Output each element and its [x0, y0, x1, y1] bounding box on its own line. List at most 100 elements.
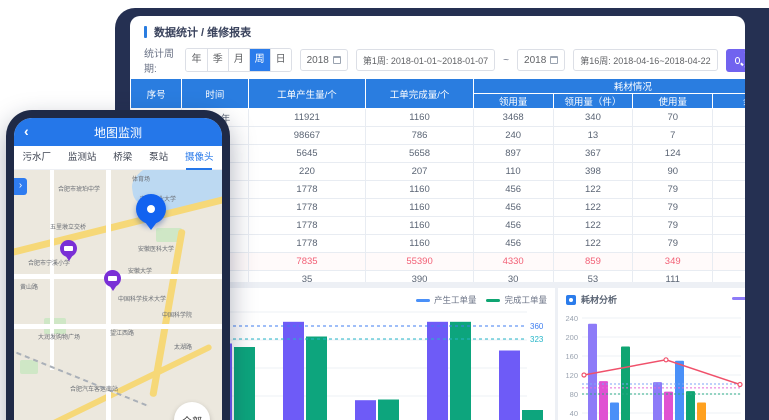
y-tick-label: 200 — [565, 333, 578, 342]
table-cell: 250 — [713, 109, 745, 127]
sub-column-header: 领用量 — [473, 94, 553, 109]
table-cell: 122 — [553, 181, 633, 199]
camera-pin[interactable] — [60, 240, 77, 257]
period-segments: 年季月周日 — [185, 48, 291, 72]
table-cell: 79 — [633, 217, 713, 235]
phone-screen: ‹ 地图监测 污水厂监测站桥梁泵站摄像头 体育场合肥市琥珀中学安徽农业大学五里墩… — [14, 118, 222, 420]
table-cell: 1778 — [248, 217, 366, 235]
search-icon — [735, 57, 741, 64]
map-road-white — [106, 170, 111, 420]
segment-周[interactable]: 周 — [249, 49, 270, 71]
range-separator: ~ — [503, 55, 509, 66]
trend-line — [584, 360, 740, 385]
map-railway — [14, 345, 149, 407]
table-cell: 398 — [553, 163, 633, 181]
table-cell: 456 — [473, 235, 553, 253]
table-cell: 340 — [553, 109, 633, 127]
table-cell: 122 — [553, 217, 633, 235]
period-label: 统计周期: — [144, 45, 177, 75]
table-cell: 390 — [366, 271, 473, 283]
table-cell: 207 — [366, 163, 473, 181]
map-label: 望江西路 — [110, 328, 134, 337]
tab-监测站[interactable]: 监测站 — [68, 146, 97, 170]
table-cell: 367 — [553, 145, 633, 163]
table-cell: 786 — [366, 127, 473, 145]
page: 数据统计 / 维修报表 统计周期: 年季月周日 2018 第1周: 2018-0… — [0, 0, 769, 420]
week-start-input[interactable]: 第1周: 2018-01-01~2018-01-07 — [356, 49, 495, 71]
phone-tab-bar: 污水厂监测站桥梁泵站摄像头 — [14, 146, 222, 170]
workorder-bar-chart: 360323 — [215, 308, 555, 420]
legend-item: 完成工单量 — [486, 294, 547, 306]
y-tick-label: 120 — [565, 371, 578, 380]
consumable-bar — [675, 361, 684, 420]
table-cell: 456 — [473, 199, 553, 217]
table-cell: 129 — [713, 145, 745, 163]
phone-mockup: ‹ 地图监测 污水厂监测站桥梁泵站摄像头 体育场合肥市琥珀中学安徽农业大学五里墩… — [6, 110, 230, 420]
consumable-bar — [599, 381, 608, 420]
reference-label: 360 — [530, 322, 544, 331]
segment-年[interactable]: 年 — [186, 49, 207, 71]
consumables-legend-dash — [732, 297, 745, 300]
bar-generated — [355, 400, 376, 420]
year-start-select[interactable]: 2018 — [300, 49, 348, 71]
table-cell: 53 — [553, 271, 633, 283]
breadcrumb: 数据统计 / 维修报表 — [144, 24, 251, 40]
map-label: 体育场 — [132, 174, 150, 183]
consumable-bar — [610, 403, 619, 420]
selected-camera-pin[interactable] — [136, 194, 166, 224]
map-view[interactable]: 体育场合肥市琥珀中学安徽农业大学五里墩立交桥安徽医科大学合肥市宁溪小学安徽大学黄… — [14, 170, 222, 420]
bar-completed — [450, 322, 471, 420]
search-button-label: 查询 — [744, 45, 745, 75]
y-tick-label: 160 — [565, 352, 578, 361]
search-button[interactable]: 查询 — [726, 49, 745, 72]
table-cell: 7 — [633, 127, 713, 145]
map-label: 五里墩立交桥 — [50, 222, 86, 231]
table-cell: 1160 — [366, 235, 473, 253]
camera-pin[interactable] — [104, 270, 121, 287]
segment-月[interactable]: 月 — [228, 49, 249, 71]
tab-桥梁[interactable]: 桥梁 — [113, 146, 132, 170]
legend-dash — [486, 299, 500, 302]
table-cell: 70 — [633, 109, 713, 127]
table-cell: 122 — [553, 235, 633, 253]
consumables-bar-line-chart: 2402001601208040 — [558, 310, 745, 420]
column-header: 序号 — [131, 79, 182, 109]
segment-季[interactable]: 季 — [207, 49, 228, 71]
table-cell: 67 — [713, 217, 745, 235]
tab-摄像头[interactable]: 摄像头 — [185, 146, 214, 170]
calendar-icon — [333, 56, 341, 64]
table-cell: 90 — [633, 163, 713, 181]
consumables-chart-title: 耗材分析 — [581, 293, 617, 306]
map-label: 中国科学院 — [162, 310, 192, 319]
back-icon[interactable]: ‹ — [24, 123, 29, 139]
table-cell: 456 — [473, 181, 553, 199]
consumables-chart-card: 耗材分析 2402001601208040 — [558, 288, 745, 420]
consumable-bar — [621, 347, 630, 420]
column-header: 工单产生量/个 — [248, 79, 366, 109]
segment-日[interactable]: 日 — [270, 49, 291, 71]
breadcrumb-text: 数据统计 / 维修报表 — [154, 24, 251, 40]
table-cell: 690 — [713, 127, 745, 145]
table-cell: 5645 — [248, 145, 366, 163]
year-end-select[interactable]: 2018 — [517, 49, 565, 71]
map-label: 大润发购物广场 — [38, 332, 80, 341]
table-cell: 1160 — [366, 109, 473, 127]
sub-column-header: 领用量（件） — [553, 94, 633, 109]
table-cell: 79 — [633, 235, 713, 253]
week-end-input[interactable]: 第16周: 2018-04-16~2018-04-22 — [573, 49, 717, 71]
breadcrumb-accent-bar — [144, 26, 147, 38]
table-cell: 4330 — [473, 253, 553, 271]
expand-panel-button[interactable]: › — [14, 178, 27, 195]
map-label: 中国科学技术大学 — [118, 294, 166, 303]
bar-completed — [522, 410, 543, 420]
table-cell: 349 — [633, 253, 713, 271]
tab-污水厂[interactable]: 污水厂 — [22, 146, 51, 170]
consumable-bar — [664, 392, 673, 420]
table-cell: 3468 — [473, 109, 553, 127]
workorder-chart-legend: 产生工单量完成工单量 — [416, 294, 547, 306]
show-all-button[interactable]: 全部 — [174, 402, 210, 420]
table-cell: 859 — [553, 253, 633, 271]
map-label: 合肥市宁溪小学 — [28, 258, 70, 267]
map-label: 合肥市琥珀中学 — [58, 184, 100, 193]
tab-泵站[interactable]: 泵站 — [149, 146, 168, 170]
